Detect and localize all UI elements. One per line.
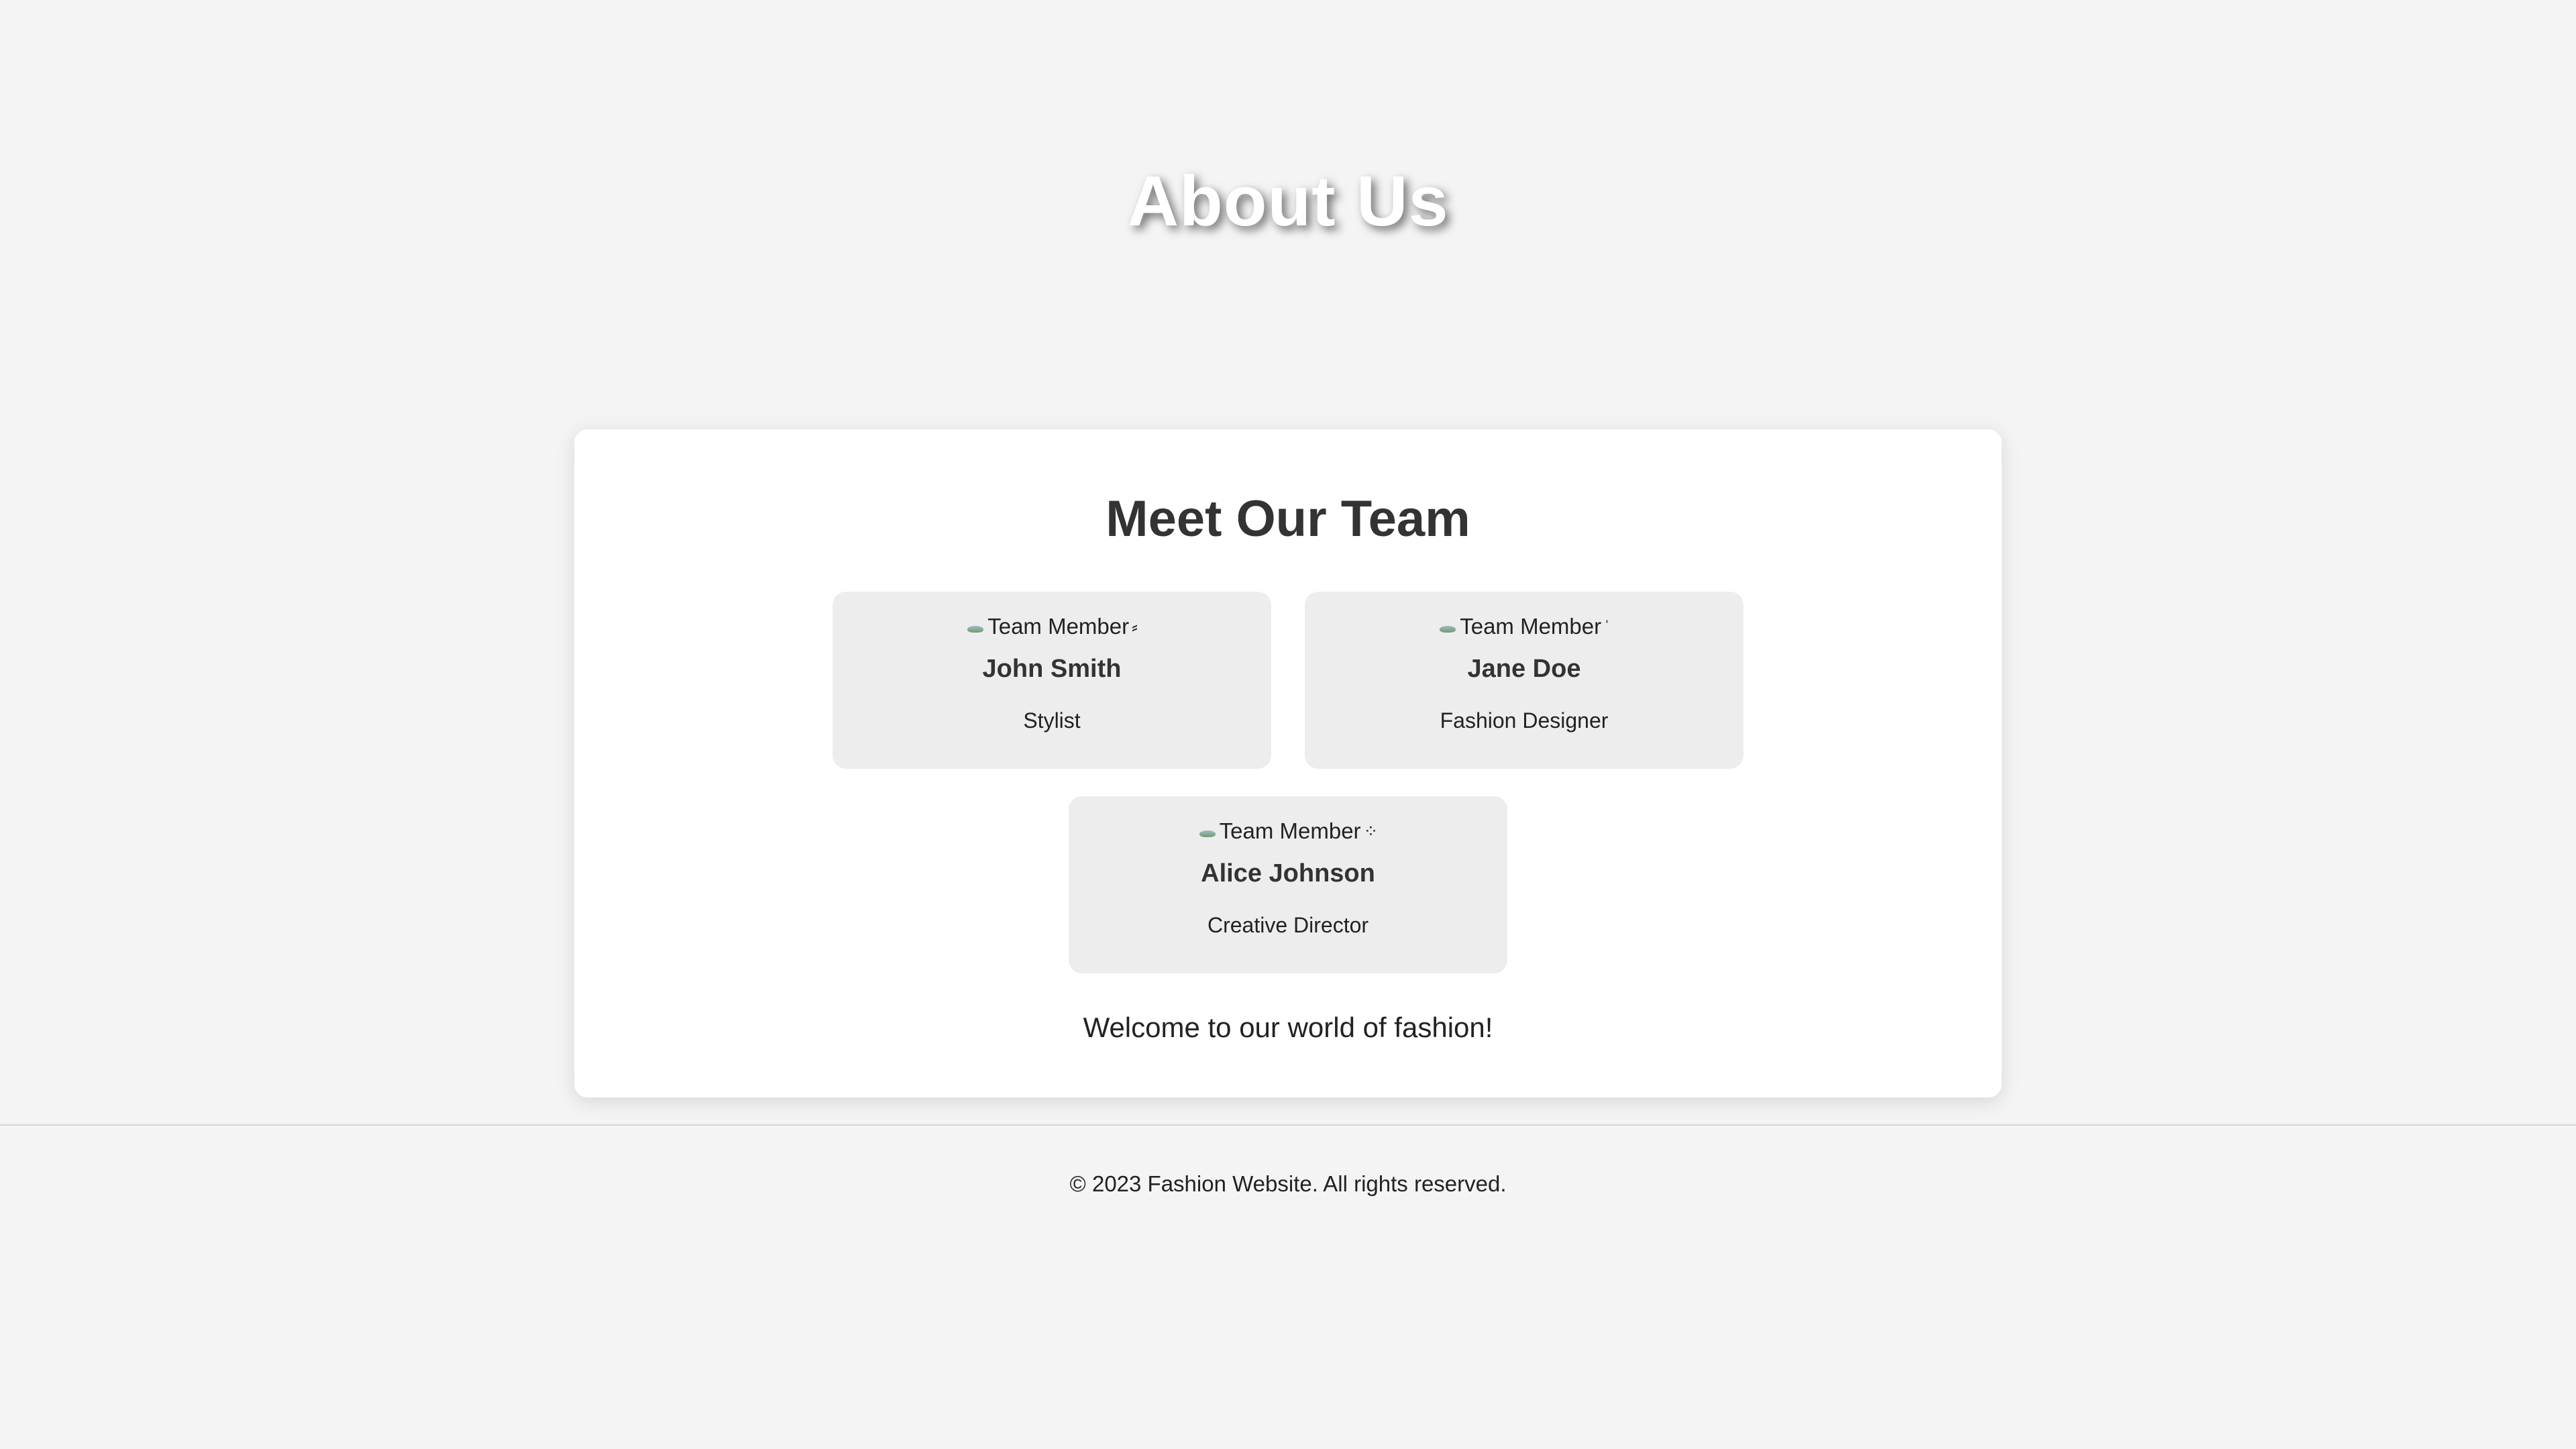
team-heading: Meet Our Team xyxy=(1106,490,1470,547)
broken-image-icon xyxy=(1198,822,1218,840)
team-member-name: John Smith xyxy=(982,655,1122,683)
team-member-photo-alt: Team Member xyxy=(1219,818,1361,843)
team-member-name: Jane Doe xyxy=(1467,655,1581,683)
team-member-photo: Team Member ⁘ xyxy=(1069,816,1507,846)
team-member-photo-alt: Team Member xyxy=(987,614,1130,639)
team-member-photo-alt: Team Member xyxy=(1460,614,1602,639)
photo-alt-suffix: ⁘ xyxy=(1363,820,1379,841)
team-member-card: Team Member ˈ Jane Doe Fashion Designer xyxy=(1305,592,1743,769)
team-member-role: Creative Director xyxy=(1207,913,1369,937)
photo-alt-suffix: ⸗ xyxy=(1132,616,1138,637)
hero-banner: About Us xyxy=(0,0,2576,402)
team-member-photo: Team Member ⸗ xyxy=(833,612,1271,641)
footer-divider xyxy=(0,1124,2576,1126)
team-member-role: Stylist xyxy=(1023,708,1081,733)
team-member-card: Team Member ⸗ John Smith Stylist xyxy=(833,592,1271,769)
page-title: About Us xyxy=(1127,161,1449,241)
team-member-card: Team Member ⁘ Alice Johnson Creative Dire… xyxy=(1069,796,1507,973)
team-member-role: Fashion Designer xyxy=(1440,708,1609,733)
footer-copyright: © 2023 Fashion Website. All rights reser… xyxy=(1069,1171,1507,1196)
welcome-message: Welcome to our world of fashion! xyxy=(1083,1012,1493,1043)
broken-image-icon xyxy=(1438,618,1458,635)
team-member-name: Alice Johnson xyxy=(1201,859,1375,888)
photo-alt-suffix: ˈ xyxy=(1604,616,1610,637)
team-member-photo: Team Member ˈ xyxy=(1305,612,1743,641)
broken-image-icon xyxy=(966,618,986,635)
